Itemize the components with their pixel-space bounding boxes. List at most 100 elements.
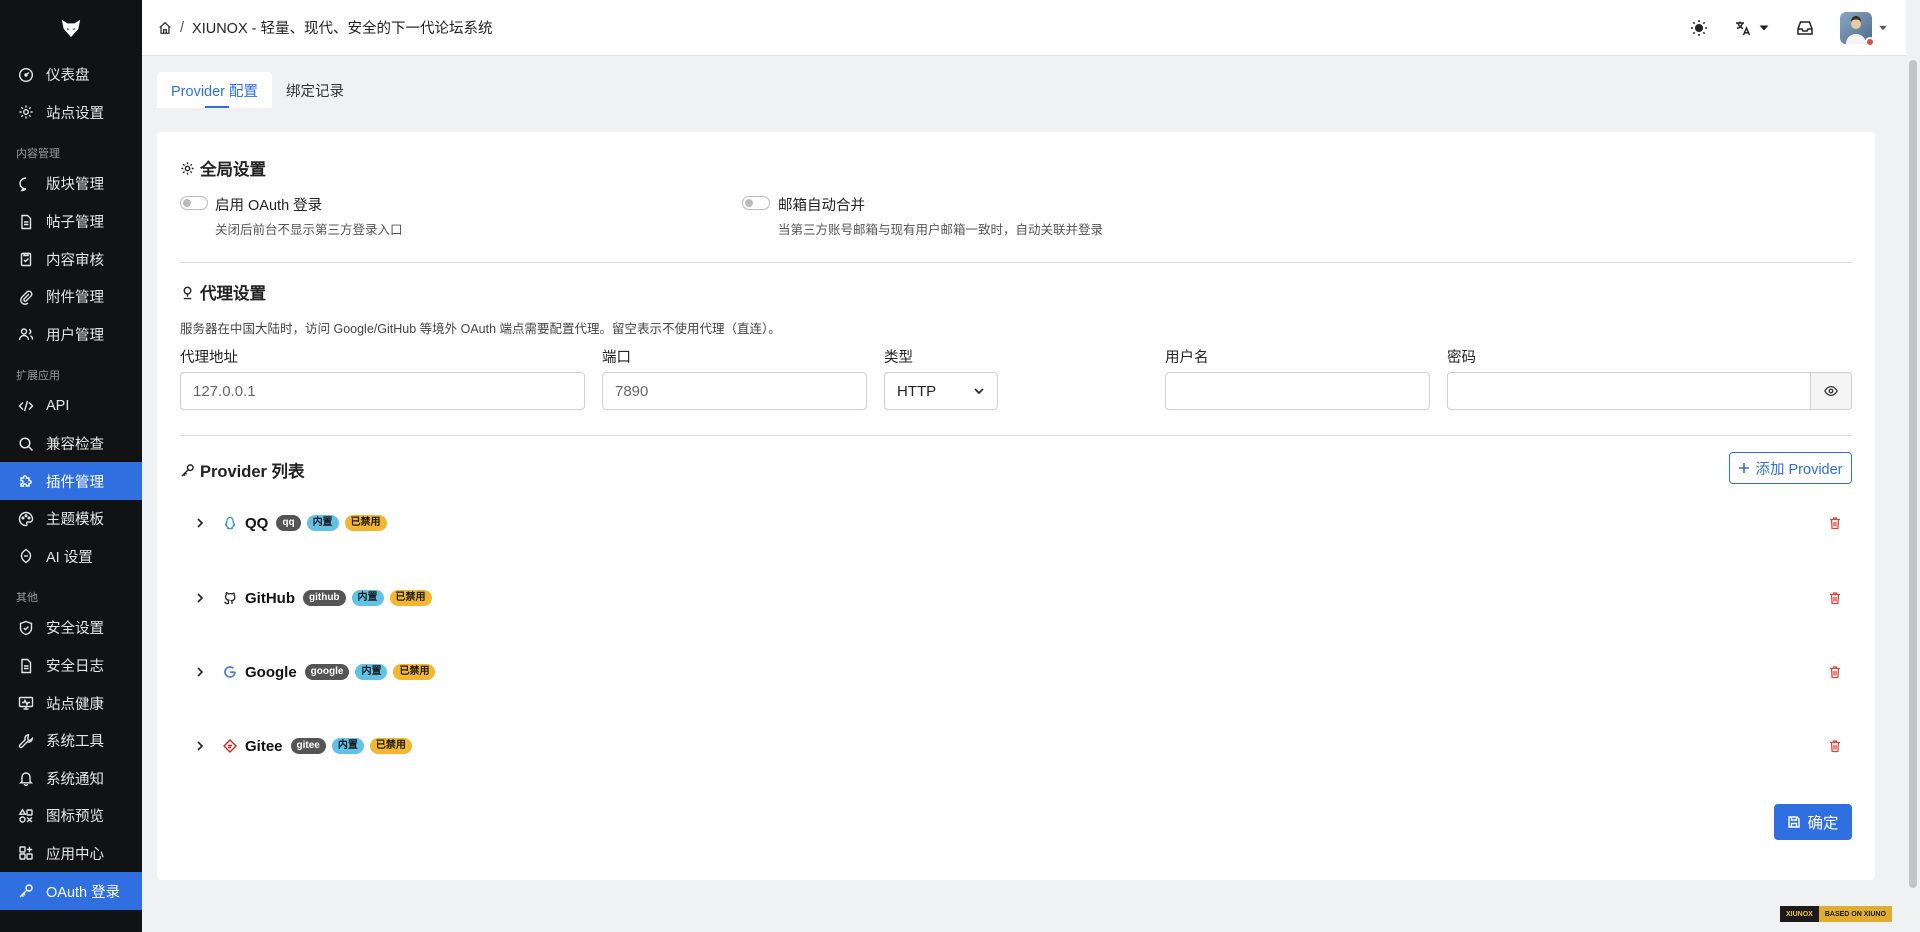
proxy-settings-title: 代理设置 [180,280,266,304]
chevron-right-icon[interactable] [193,665,207,679]
proxy-type-value: HTTP [897,382,937,400]
builtin-badge: 内置 [355,664,388,680]
clipboard-check-icon [20,252,32,267]
proxy-address-input[interactable] [180,372,585,410]
sidebar-item-attachments[interactable]: 附件管理 [0,278,142,316]
enable-oauth-desc: 关闭后前台不显示第三方登录入口 [215,223,403,237]
wrench-icon [18,733,33,748]
sidebar-item-label: 仪表盘 [46,68,90,85]
toggle-password-visibility-button[interactable] [1811,372,1852,410]
sidebar-item-security-settings[interactable]: 安全设置 [0,609,142,647]
document-icon [21,214,32,229]
breadcrumb-site-title[interactable]: XIUNOX - 轻量、现代、安全的下一代论坛系统 [192,17,492,38]
status-badge: 已禁用 [389,590,432,606]
apps-icon [19,846,33,861]
powered-by-badge[interactable]: XIUNOX BASED ON XIUNO [1780,906,1892,922]
proxy-password-input[interactable] [1447,372,1811,410]
sidebar-item-oauth-login[interactable]: OAuth 登录 [0,872,142,910]
github-icon [224,592,236,605]
log-document-icon [21,658,32,673]
sidebar-item-security-log[interactable]: 安全日志 [0,647,142,685]
chevron-right-icon[interactable] [193,739,207,753]
sidebar-item-api[interactable]: API [0,387,142,425]
proxy-password-label: 密码 [1447,350,1476,366]
status-badge: 已禁用 [393,664,436,680]
sidebar-item-boards[interactable]: 版块管理 [0,165,142,203]
provider-row-google[interactable]: Google google 内置 已禁用 [180,652,1852,692]
chevron-right-icon[interactable] [193,591,207,605]
page-scrollbar[interactable] [1906,56,1920,932]
sidebar-item-users[interactable]: 用户管理 [0,316,142,354]
sidebar-item-ai-settings[interactable]: AI 设置 [0,538,142,576]
sidebar-item-label: 附件管理 [46,290,104,307]
provider-name: Gitee [245,737,283,755]
user-menu[interactable] [1840,12,1888,47]
sidebar-item-plugins[interactable]: 插件管理 [0,462,142,500]
provider-row-qq[interactable]: QQ qq 内置 已禁用 [180,503,1852,543]
section-title-text: Provider 列表 [200,463,305,481]
divider [180,262,1852,263]
sidebar-item-icon-preview[interactable]: 图标预览 [0,797,142,835]
sidebar-item-dashboard[interactable]: 仪表盘 [0,56,142,94]
global-settings-title: 全局设置 [180,156,266,180]
fox-logo-icon [61,19,81,38]
sidebar-group-title: 扩展应用 [16,370,60,383]
tab-provider-config[interactable]: Provider 配置 [157,72,273,108]
confirm-button[interactable]: 确定 [1774,804,1852,840]
sidebar-item-label: 系统工具 [46,734,104,751]
google-icon [224,666,236,678]
sidebar-item-system-tools[interactable]: 系统工具 [0,722,142,760]
trash-icon[interactable] [1828,591,1842,605]
sidebar-item-label: 图标预览 [46,809,104,826]
inbox-icon[interactable] [1796,19,1814,37]
enable-oauth-toggle[interactable] [180,196,208,210]
provider-name: GitHub [245,589,295,607]
sidebar-item-label: API [46,397,70,414]
proxy-username-input[interactable] [1165,372,1430,410]
proxy-port-label: 端口 [602,350,631,366]
sidebar-item-app-center[interactable]: 应用中心 [0,835,142,873]
monitor-icon [18,696,34,710]
dashboard-icon [18,67,34,82]
breadcrumb: / XIUNOX - 轻量、现代、安全的下一代论坛系统 [158,17,493,38]
provider-row-gitee[interactable]: Gitee gitee 内置 已禁用 [180,726,1852,766]
sidebar-item-label: 帖子管理 [46,215,104,232]
sidebar-item-label: 系统通知 [46,771,104,788]
gear-icon [19,105,33,119]
trash-icon[interactable] [1828,516,1842,530]
sidebar-item-posts[interactable]: 帖子管理 [0,203,142,241]
tab-binding-records[interactable]: 绑定记录 [272,72,358,108]
trash-icon[interactable] [1828,739,1842,753]
status-badge: 已禁用 [344,515,387,531]
qq-penguin-icon [224,516,236,530]
sidebar-item-compat-check[interactable]: 兼容检查 [0,425,142,463]
proxy-type-select[interactable]: HTTP [884,372,998,410]
sidebar-item-label: 站点健康 [46,696,104,713]
provider-row-github[interactable]: GitHub github 内置 已禁用 [180,578,1852,618]
enable-oauth-label: 启用 OAuth 登录 [215,198,323,214]
sidebar-item-site-settings[interactable]: 站点设置 [0,94,142,132]
auto-merge-toggle[interactable] [742,196,770,210]
trash-icon[interactable] [1828,665,1842,679]
proxy-port-input[interactable] [602,372,867,410]
chevron-right-icon[interactable] [193,516,207,530]
add-provider-button[interactable]: 添加 Provider [1729,452,1852,484]
auto-merge-label: 邮箱自动合并 [778,198,865,214]
scrollbar-thumb[interactable] [1909,60,1917,888]
sidebar-item-moderation[interactable]: 内容审核 [0,240,142,278]
sidebar-item-label: 版块管理 [46,177,104,194]
section-title-text: 代理设置 [200,285,266,303]
sidebar-item-label: 用户管理 [46,327,104,344]
status-badge: 已禁用 [369,738,412,754]
sidebar-item-themes[interactable]: 主题模板 [0,500,142,538]
sidebar-item-label: 站点设置 [46,105,104,122]
sun-icon[interactable] [1690,19,1708,37]
chat-bubble-icon [19,177,27,192]
home-icon[interactable] [158,21,172,35]
top-bar: / XIUNOX - 轻量、现代、安全的下一代论坛系统 [142,0,1906,56]
language-switcher[interactable] [1734,19,1770,37]
site-logo[interactable] [0,0,142,56]
proxy-hint: 服务器在中国大陆时，访问 Google/GitHub 等境外 OAuth 端点需… [180,322,781,336]
sidebar-item-system-notifications[interactable]: 系统通知 [0,760,142,798]
sidebar-item-site-health[interactable]: 站点健康 [0,684,142,722]
